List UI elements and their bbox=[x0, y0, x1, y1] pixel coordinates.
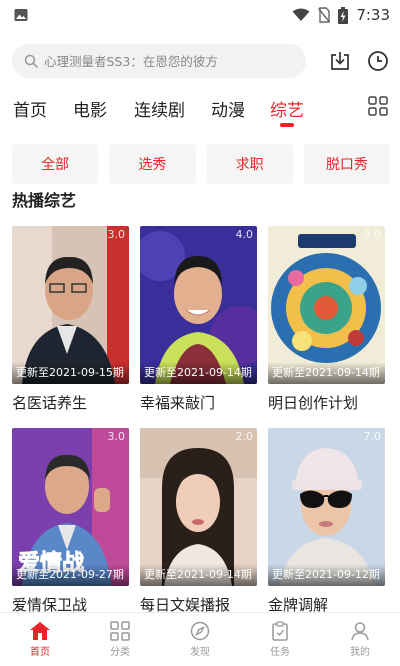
history-button[interactable] bbox=[364, 47, 392, 75]
update-label: 更新至2021-09-27期 bbox=[12, 564, 129, 586]
score-badge: 2.0 bbox=[235, 430, 254, 443]
download-button[interactable] bbox=[326, 47, 354, 75]
show-title[interactable]: 幸福来敲门 bbox=[140, 392, 257, 413]
nav-label: 首页 bbox=[30, 647, 50, 658]
poster-image bbox=[268, 428, 385, 586]
show-card[interactable]: 爱情战 3.0 更新至2021-09-27期 爱情保卫战 bbox=[12, 428, 129, 615]
nav-label: 发现 bbox=[190, 647, 210, 658]
show-thumbnail[interactable]: 9.0 更新至2021-09-14期 bbox=[268, 226, 385, 384]
search-box[interactable] bbox=[12, 44, 306, 78]
filter-job-hunting[interactable]: 求职 bbox=[206, 144, 293, 184]
status-bar: 7:33 bbox=[0, 0, 400, 30]
bottom-nav: 首页 分类 发现 任务 我的 bbox=[0, 612, 400, 666]
battery-charging-icon bbox=[338, 6, 349, 24]
nav-discover[interactable]: 发现 bbox=[160, 613, 240, 666]
show-thumbnail[interactable]: 2.0 更新至2021-09-14期 bbox=[140, 428, 257, 586]
category-grid-icon bbox=[110, 621, 130, 641]
nav-label: 我的 bbox=[350, 647, 370, 658]
home-icon bbox=[30, 622, 50, 640]
tab-movies[interactable]: 电影 bbox=[73, 96, 107, 121]
show-card[interactable]: 2.0 更新至2021-09-14期 每日文娱播报 bbox=[140, 428, 257, 615]
all-categories-button[interactable] bbox=[368, 96, 388, 120]
score-badge: 9.0 bbox=[363, 228, 382, 241]
no-sim-icon bbox=[318, 7, 331, 23]
update-label: 更新至2021-09-12期 bbox=[268, 564, 385, 586]
search-row bbox=[12, 44, 392, 78]
show-card[interactable]: 7.0 更新至2021-09-12期 金牌调解 bbox=[268, 428, 385, 615]
score-badge: 7.0 bbox=[363, 430, 382, 443]
grid-menu-icon bbox=[368, 96, 388, 116]
search-icon bbox=[24, 54, 38, 68]
filter-chips: 全部 选秀 求职 脱口秀 bbox=[12, 144, 390, 184]
show-thumbnail[interactable]: 3.0 更新至2021-09-15期 bbox=[12, 226, 129, 384]
category-tabs: 首页 电影 连续剧 动漫 综艺 bbox=[0, 90, 400, 130]
wifi-icon bbox=[292, 8, 310, 21]
tab-variety[interactable]: 综艺 bbox=[270, 96, 304, 121]
gallery-notification-icon bbox=[14, 9, 28, 21]
update-label: 更新至2021-09-14期 bbox=[268, 362, 385, 384]
download-icon bbox=[331, 52, 349, 70]
update-label: 更新至2021-09-14期 bbox=[140, 362, 257, 384]
user-icon bbox=[351, 622, 369, 641]
show-title[interactable]: 明日创作计划 bbox=[268, 392, 385, 413]
filter-all[interactable]: 全部 bbox=[12, 144, 99, 184]
poster-image bbox=[12, 226, 129, 384]
show-thumbnail[interactable]: 4.0 更新至2021-09-14期 bbox=[140, 226, 257, 384]
show-card[interactable]: 9.0 更新至2021-09-14期 明日创作计划 bbox=[268, 226, 385, 413]
search-input[interactable] bbox=[44, 53, 294, 69]
status-time: 7:33 bbox=[356, 6, 390, 24]
update-label: 更新至2021-09-15期 bbox=[12, 362, 129, 384]
nav-tasks[interactable]: 任务 bbox=[240, 613, 320, 666]
update-label: 更新至2021-09-14期 bbox=[140, 564, 257, 586]
tab-home[interactable]: 首页 bbox=[13, 96, 47, 121]
tab-series[interactable]: 连续剧 bbox=[134, 96, 185, 121]
show-thumbnail[interactable]: 7.0 更新至2021-09-12期 bbox=[268, 428, 385, 586]
nav-home[interactable]: 首页 bbox=[0, 613, 80, 666]
nav-category[interactable]: 分类 bbox=[80, 613, 160, 666]
clock-icon bbox=[368, 51, 388, 71]
score-badge: 4.0 bbox=[235, 228, 254, 241]
compass-icon bbox=[190, 621, 210, 641]
poster-image bbox=[140, 226, 257, 384]
filter-talent-show[interactable]: 选秀 bbox=[109, 144, 196, 184]
poster-image bbox=[140, 428, 257, 586]
nav-label: 任务 bbox=[270, 647, 290, 658]
nav-label: 分类 bbox=[110, 647, 130, 658]
nav-profile[interactable]: 我的 bbox=[320, 613, 400, 666]
show-card[interactable]: 4.0 更新至2021-09-14期 幸福来敲门 bbox=[140, 226, 257, 413]
show-thumbnail[interactable]: 爱情战 3.0 更新至2021-09-27期 bbox=[12, 428, 129, 586]
poster-image: 爱情战 bbox=[12, 428, 129, 586]
show-title[interactable]: 名医话养生 bbox=[12, 392, 129, 413]
filter-talk-show[interactable]: 脱口秀 bbox=[303, 144, 390, 184]
active-tab-indicator bbox=[280, 123, 294, 127]
score-badge: 3.0 bbox=[107, 430, 126, 443]
show-card[interactable]: 3.0 更新至2021-09-15期 名医话养生 bbox=[12, 226, 129, 413]
poster-image bbox=[268, 226, 385, 384]
task-clipboard-icon bbox=[272, 621, 288, 641]
score-badge: 3.0 bbox=[107, 228, 126, 241]
tab-anime[interactable]: 动漫 bbox=[211, 96, 245, 121]
section-title: 热播综艺 bbox=[12, 191, 77, 210]
